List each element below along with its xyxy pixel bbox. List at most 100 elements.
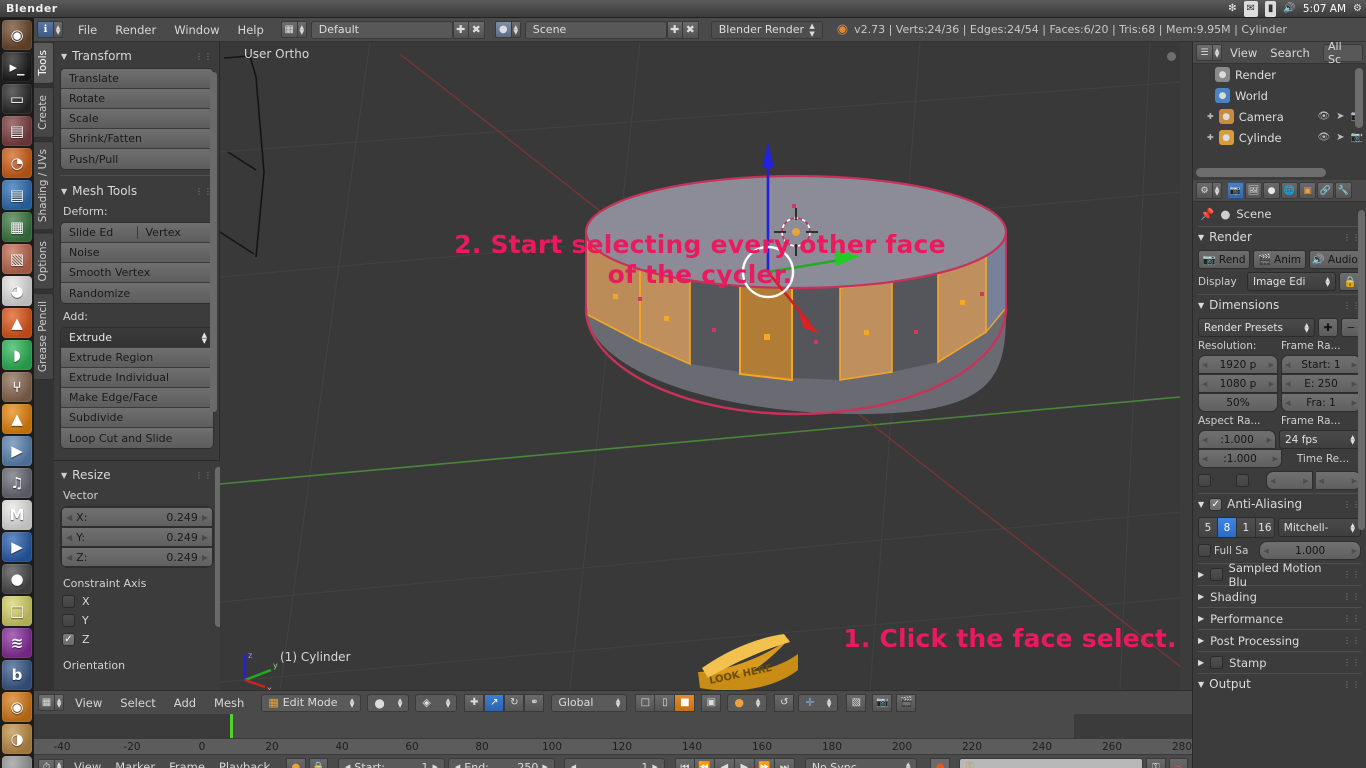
play-reverse-icon[interactable]: ◀ [715, 758, 735, 768]
smooth-vertex-button[interactable]: Smooth Vertex [61, 263, 213, 283]
panel-stamp[interactable]: ▶Stamp⋮⋮ [1198, 651, 1361, 673]
menu-render[interactable]: Render [106, 21, 165, 39]
toolshelf-scrollbar[interactable] [210, 72, 217, 412]
outliner-hscrollbar[interactable] [1196, 168, 1326, 177]
mesh-tools-panel-header[interactable]: ▼ Mesh Tools ⋮⋮ [60, 181, 214, 201]
keying-set-field[interactable]: ⚿ [959, 758, 1143, 768]
screen-layout-field[interactable]: Default [311, 21, 453, 39]
screen-layout-icon[interactable]: ▦ [281, 21, 298, 38]
sync-mode-dropdown[interactable]: No Sync ▲▼ [805, 758, 918, 768]
panel-post-processing[interactable]: ▶Post Processing⋮⋮ [1198, 629, 1361, 651]
filter-size-field[interactable]: ◀ 1.000 ▶ [1259, 541, 1361, 560]
snap-magnet-icon[interactable]: ↺ [774, 694, 794, 712]
render-engine-dropdown[interactable]: Blender Render ▲▼ [711, 21, 823, 39]
properties-scrollbar[interactable] [1358, 210, 1365, 530]
extrude-individual-button[interactable]: Extrude Individual [61, 368, 213, 388]
push-pull-button[interactable]: Push/Pull [61, 149, 213, 169]
crop-toggle[interactable] [1236, 474, 1249, 487]
vertex-select-button[interactable]: □ [635, 694, 655, 712]
terminal-launcher[interactable]: ▸_ [2, 52, 32, 82]
timeline-ruler[interactable]: -40-200204060801001201401601802002202402… [34, 738, 1192, 755]
auto-key-icon[interactable]: ● [286, 758, 305, 768]
outliner-row-cylinder[interactable]: ✚●Cylinde👁➤📷 [1193, 127, 1366, 148]
spreadsheet-launcher[interactable]: ▦ [2, 212, 32, 242]
anti-aliasing-panel-header[interactable]: ▼ ✓ Anti-Aliasing ⋮⋮ [1198, 493, 1361, 514]
proportional-edit-dropdown[interactable]: ● ▲▼ [727, 694, 767, 712]
loop-cut-button[interactable]: Loop Cut and Slide [61, 428, 213, 448]
vlc-launcher[interactable]: ▲ [2, 404, 32, 434]
end-frame-field[interactable]: ◀ End: 250 ▶ [448, 758, 555, 768]
add-screen-button[interactable]: ✚ [453, 21, 469, 39]
slide-vertex-row[interactable]: Slide Ed Vertex [61, 223, 213, 243]
timeline-menu-marker[interactable]: Marker [108, 758, 162, 768]
play-icon[interactable]: ▶ [735, 758, 755, 768]
gmail-launcher[interactable]: M [2, 500, 32, 530]
media-player-launcher[interactable]: ▶ [2, 436, 32, 466]
lock-icon[interactable]: 🔒 [309, 758, 328, 768]
aa-sample-8[interactable]: 8 [1218, 518, 1237, 537]
transform-orientation-dropdown[interactable]: Global ▲▼ [551, 694, 627, 712]
expand-toggle-icon[interactable]: ✚ [1207, 112, 1214, 121]
cursor-arrow-icon[interactable]: ➤ [1336, 111, 1344, 122]
outliner-row-camera[interactable]: ✚●Camera👁➤📷 [1193, 106, 1366, 127]
battery-icon[interactable]: ▮ [1265, 1, 1277, 17]
aa-sample-1[interactable]: 1 [1237, 518, 1256, 537]
translate-manipulator-icon[interactable]: ✚ [464, 694, 484, 712]
timeline-editor-icon[interactable]: ⏱ [38, 759, 55, 768]
toolshelf-tab-grease-pencil[interactable]: Grease Pencil [34, 293, 54, 380]
properties-editor-dropdown[interactable]: ▲▼ [1213, 182, 1222, 199]
prev-keyframe-icon[interactable]: ⏪ [695, 758, 715, 768]
blue-app-launcher[interactable]: b [2, 660, 32, 690]
delete-keyframe-icon[interactable]: ✂ [1169, 758, 1188, 768]
info-editor-dropdown[interactable]: ▲▼ [54, 21, 63, 38]
display-dropdown[interactable]: Image Edi ▲▼ [1247, 272, 1336, 291]
toolshelf-tab-options[interactable]: Options [34, 233, 54, 290]
constraint-axis-y[interactable]: Y [60, 611, 214, 630]
fps-dropdown[interactable]: 24 fps ▲▼ [1279, 430, 1361, 449]
headphones-launcher[interactable]: ◗ [2, 340, 32, 370]
aspect-y-field[interactable]: ◀ :1.000 ▶ [1198, 449, 1282, 468]
tab-render-layers[interactable]: 🖼 [1245, 182, 1262, 199]
tab-world[interactable]: 🌐 [1281, 182, 1298, 199]
outliner-editor-dropdown[interactable]: ▲▼ [1213, 44, 1222, 61]
anti-aliasing-checkbox[interactable]: ✓ [1209, 498, 1222, 511]
music-launcher[interactable]: ♫ [2, 468, 32, 498]
shading-dropdown[interactable]: ● ▲▼ [367, 694, 409, 712]
randomize-button[interactable]: Randomize [61, 283, 213, 303]
extrude-region-button[interactable]: Extrude Region [61, 348, 213, 368]
start-frame-field[interactable]: ◀ Start: 1 ▶ [338, 758, 445, 768]
outliner-menu-view[interactable]: View [1225, 44, 1262, 62]
blender-launcher[interactable]: ◉ [2, 20, 32, 50]
render-presets-dropdown[interactable]: Render Presets ▲▼ [1198, 318, 1315, 337]
noise-button[interactable]: Noise [61, 243, 213, 263]
info-editor-icon[interactable]: ℹ [37, 21, 54, 38]
pivot-dropdown[interactable]: ◈ ▲▼ [415, 694, 457, 712]
jump-end-icon[interactable]: ⏭ [775, 758, 795, 768]
timeline-playhead[interactable] [230, 714, 233, 738]
delete-screen-button[interactable]: ✖ [469, 21, 485, 39]
usb-tool-launcher[interactable]: ⑂ [2, 372, 32, 402]
video-player-launcher[interactable]: ▶ [2, 532, 32, 562]
make-edge-face-button[interactable]: Make Edge/Face [61, 388, 213, 408]
scale-button[interactable]: Scale [61, 109, 213, 129]
shrink-fatten-button[interactable]: Shrink/Fatten [61, 129, 213, 149]
tab-constraints[interactable]: 🔗 [1317, 182, 1334, 199]
disc-launcher[interactable]: ● [2, 564, 32, 594]
outliner-menu-search[interactable]: Search [1265, 44, 1315, 62]
menu-help[interactable]: Help [229, 21, 273, 39]
toolshelf-tab-create[interactable]: Create [34, 87, 54, 138]
clock[interactable]: 5:07 AM [1303, 3, 1346, 15]
mesh-display-icon[interactable]: ▧ [846, 694, 866, 712]
border-toggle[interactable] [1198, 474, 1211, 487]
time-remap-old-field[interactable]: ◀ ▶ [1266, 471, 1313, 490]
manipulator-handle-icon[interactable]: ⚭ [524, 694, 544, 712]
trash-launcher[interactable]: ▬ [2, 756, 32, 768]
presentation-launcher[interactable]: ▧ [2, 244, 32, 274]
scene-icon[interactable]: ● [495, 21, 512, 38]
tab-modifiers[interactable]: 🔧 [1335, 182, 1352, 199]
gimp-launcher[interactable]: ◑ [2, 724, 32, 754]
mode-dropdown[interactable]: ▦ Edit Mode ▲▼ [261, 694, 361, 712]
properties-editor-icon[interactable]: ⚙ [1196, 182, 1213, 199]
files-launcher[interactable]: ▭ [2, 84, 32, 114]
eye-icon[interactable]: 👁 [1317, 111, 1330, 122]
